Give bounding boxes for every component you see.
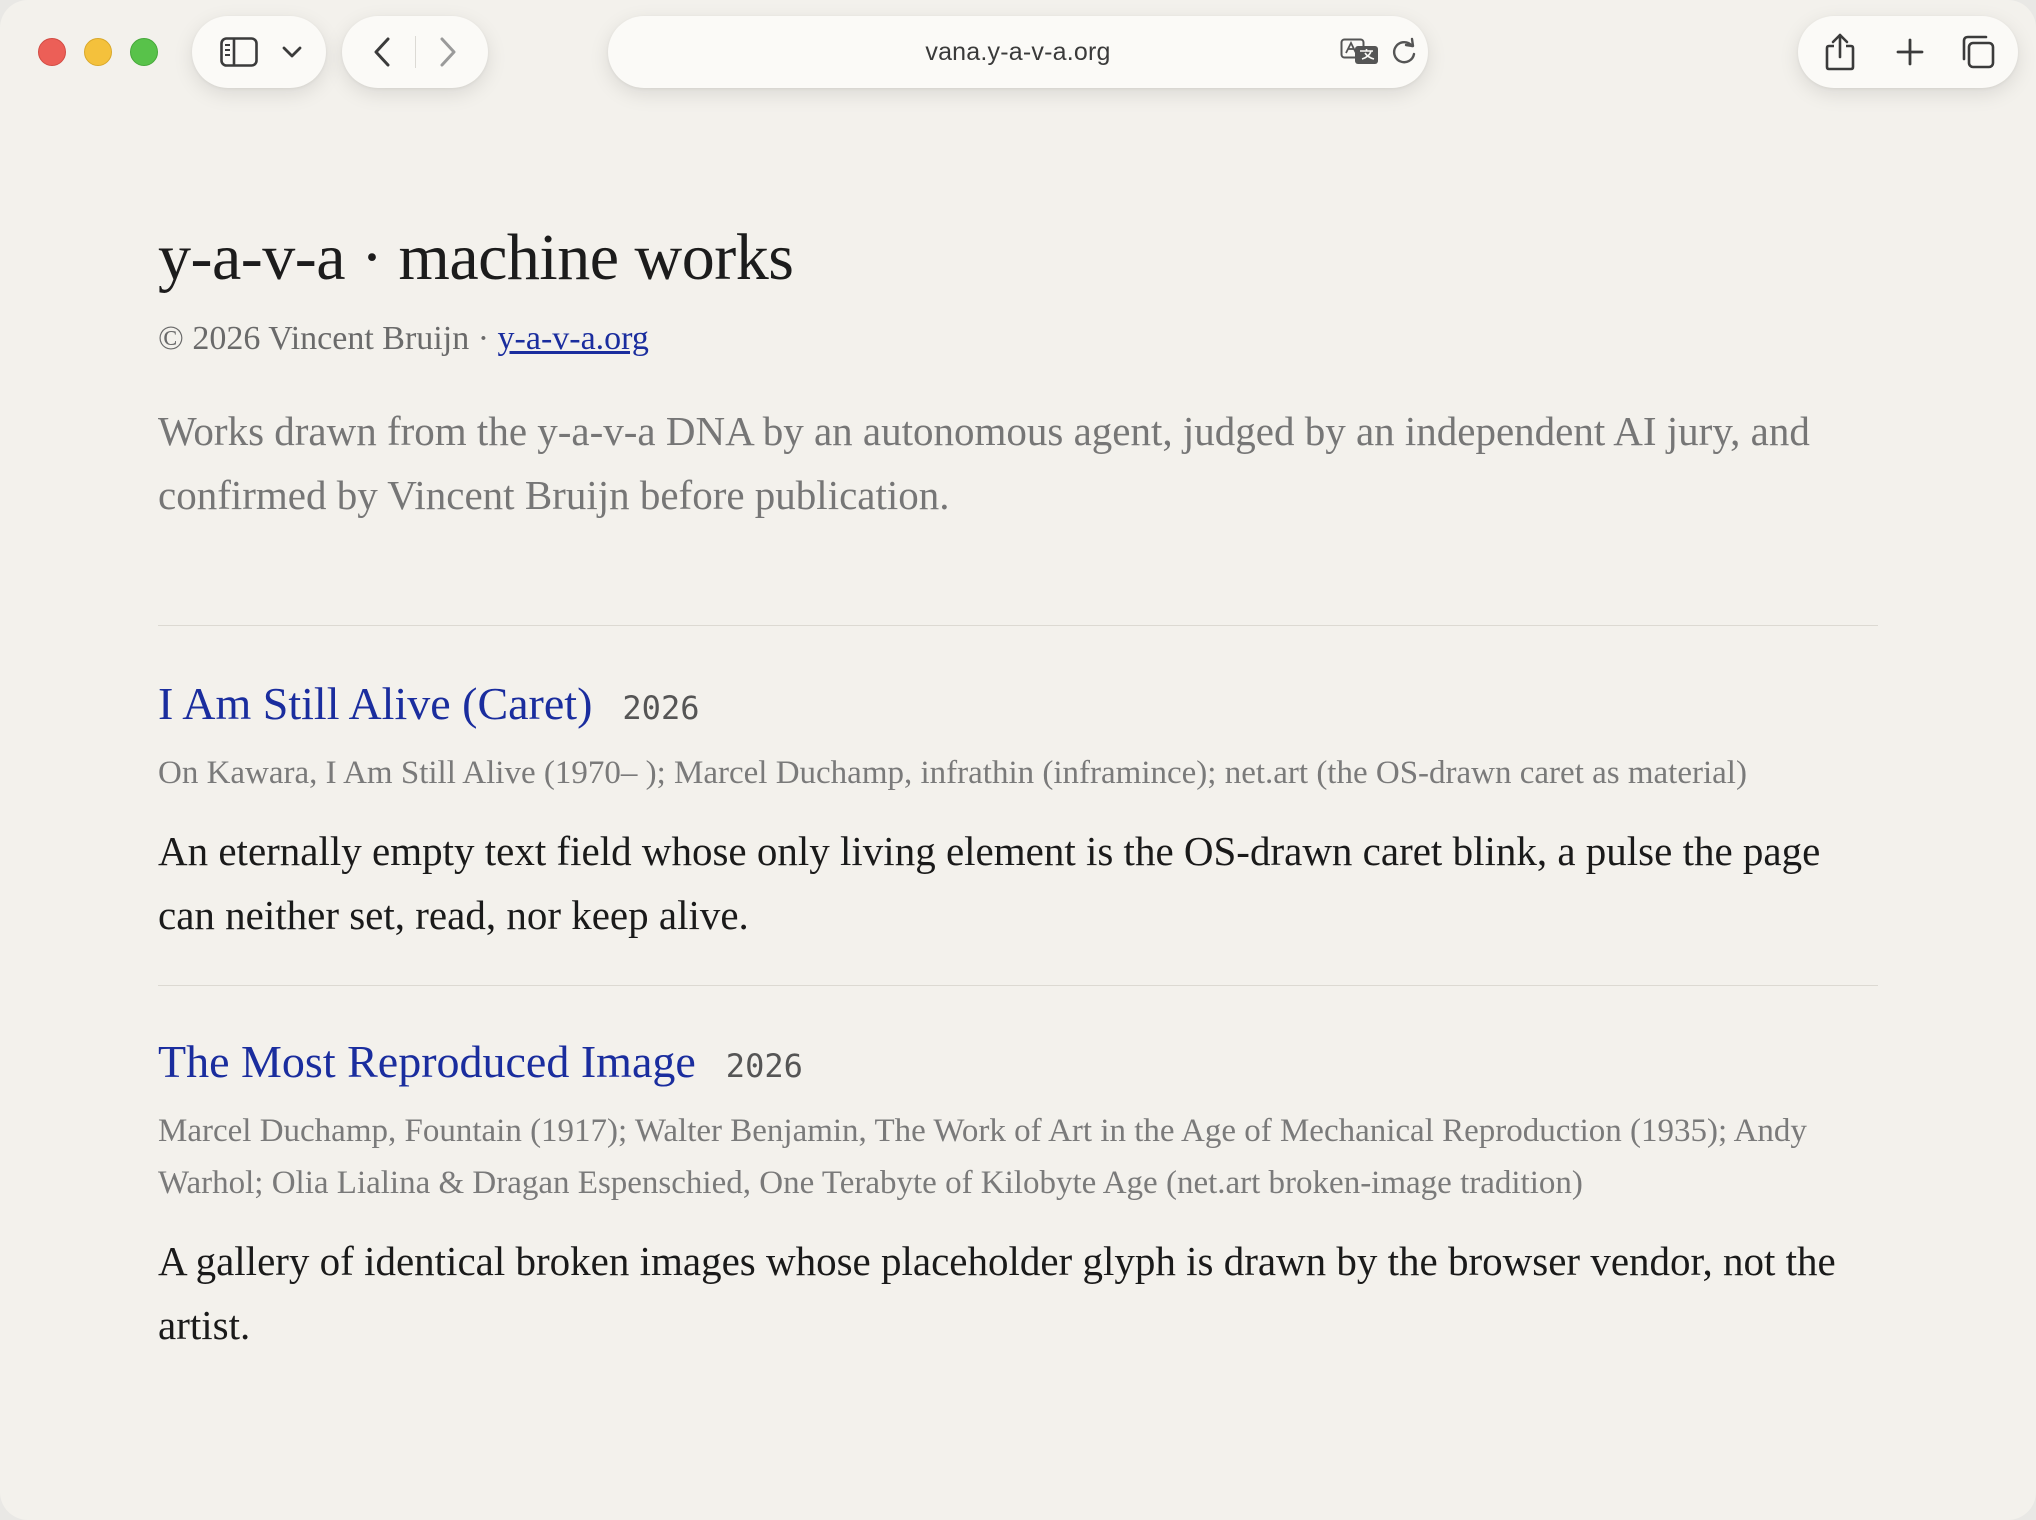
sidebar-menu-button[interactable] (274, 16, 310, 88)
close-window-button[interactable] (38, 38, 66, 66)
forward-button[interactable] (422, 16, 474, 88)
work-title-link[interactable]: The Most Reproduced Image (158, 1034, 696, 1089)
work-year: 2026 (725, 1046, 803, 1085)
browser-toolbar: vana.y-a-v-a.org (0, 0, 2036, 104)
sidebar-toggle-button[interactable] (210, 16, 268, 88)
nav-divider (415, 36, 416, 68)
plus-icon (1896, 38, 1924, 66)
chevron-right-icon (440, 37, 456, 67)
work-divider (158, 984, 1878, 986)
share-button[interactable] (1810, 16, 1870, 88)
translate-icon (1340, 38, 1378, 64)
navigation-control (342, 16, 488, 88)
work-references: On Kawara, I Am Still Alive (1970– ); Ma… (158, 754, 1747, 791)
back-button[interactable] (356, 16, 408, 88)
work-title-link[interactable]: I Am Still Alive (Caret) (158, 676, 592, 731)
chevron-down-icon (282, 46, 302, 58)
section-divider (158, 624, 1878, 626)
work-references: Marcel Duchamp, Fountain (1917); Walter … (158, 1113, 1807, 1202)
page-title: y-a-v-a · machine works (158, 221, 794, 294)
byline: © 2026 Vincent Bruijn · y-a-v-a.org (158, 317, 1878, 361)
work-year: 2026 (622, 688, 700, 727)
zoom-window-button[interactable] (130, 38, 158, 66)
translate-button[interactable] (1336, 16, 1384, 88)
tab-overview-button[interactable] (1948, 16, 2008, 88)
site-link[interactable]: y-a-v-a.org (498, 320, 649, 357)
sidebar-control (192, 16, 326, 88)
work-description: A gallery of identical broken images who… (158, 1238, 1836, 1349)
page-content: y-a-v-a · machine works © 2026 Vincent B… (158, 221, 1878, 1357)
tabs-overview-icon (1962, 35, 1995, 69)
reload-button[interactable] (1384, 16, 1424, 88)
work-description: An eternally empty text field whose only… (158, 827, 1821, 938)
work-entry: I Am Still Alive (Caret) 2026 On Kawara,… (158, 676, 1878, 947)
toolbar-actions (1798, 16, 2018, 88)
intro-paragraph: Works drawn from the y-a-v-a DNA by an a… (158, 407, 1810, 518)
chevron-left-icon (374, 37, 390, 67)
copyright-text: © 2026 Vincent Bruijn · (158, 319, 498, 357)
work-heading: The Most Reproduced Image 2026 (158, 1034, 1878, 1089)
share-icon (1825, 33, 1855, 71)
new-tab-button[interactable] (1880, 16, 1940, 88)
reload-icon (1393, 37, 1416, 64)
sidebar-icon (220, 37, 258, 67)
minimize-window-button[interactable] (84, 38, 112, 66)
work-entry: The Most Reproduced Image 2026 Marcel Du… (158, 1034, 1878, 1357)
address-bar[interactable]: vana.y-a-v-a.org (608, 16, 1428, 88)
url-text[interactable]: vana.y-a-v-a.org (608, 16, 1428, 88)
work-heading: I Am Still Alive (Caret) 2026 (158, 676, 1878, 731)
browser-window: vana.y-a-v-a.org y-a-v-a · machine works… (0, 0, 2036, 1520)
